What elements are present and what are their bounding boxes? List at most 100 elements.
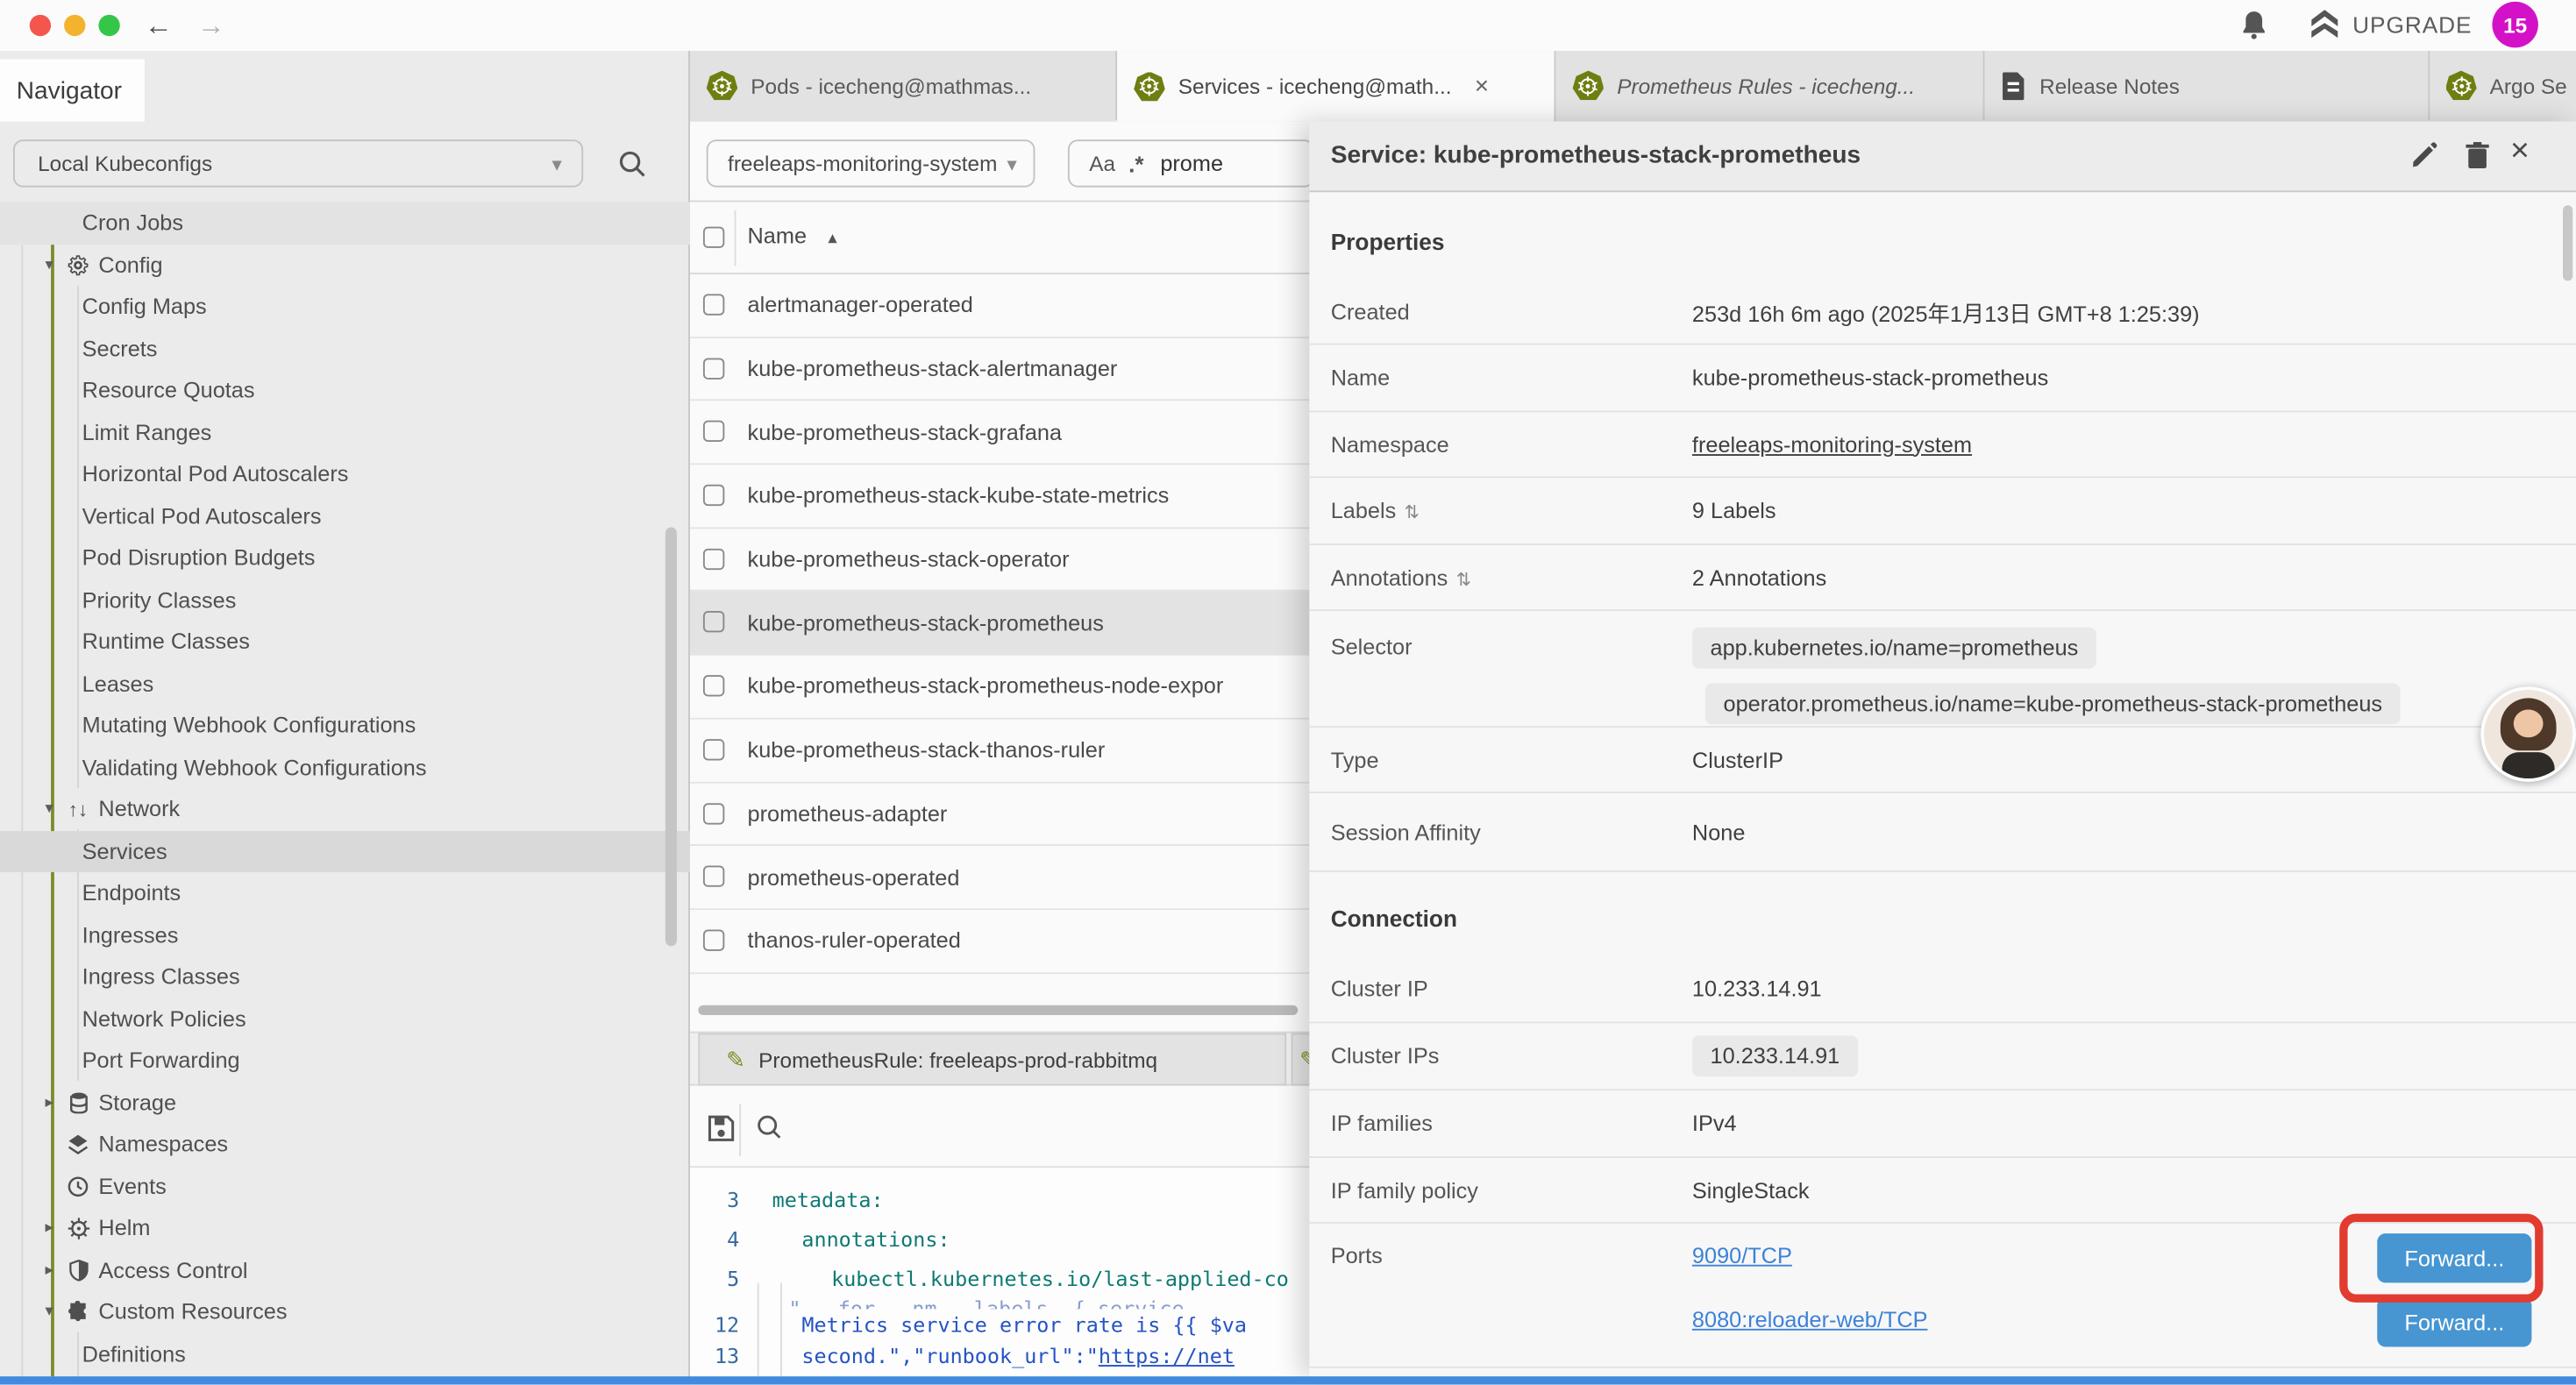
row-checkbox[interactable]: [703, 866, 724, 887]
row-checkbox[interactable]: [703, 294, 724, 315]
yaml-editor[interactable]: 3metadata: 4annotations: 5kubectl.kubern…: [690, 1168, 1311, 1376]
sidebar-item-namespaces[interactable]: Namespaces: [0, 1124, 690, 1166]
tab-release-notes[interactable]: Release Notes: [1985, 51, 2429, 120]
row-checkbox[interactable]: [703, 485, 724, 506]
table-row[interactable]: thanos-ruler-operated: [690, 910, 1311, 973]
table-row[interactable]: alertmanager-operated: [690, 274, 1311, 337]
chevron-down-icon: ▾: [39, 800, 59, 819]
minimize-window-button[interactable]: [64, 15, 85, 36]
tab-pods[interactable]: Pods - icecheng@mathmas...: [690, 51, 1117, 120]
table-row[interactable]: prometheus-operated: [690, 846, 1311, 909]
sidebar-item-horizontal-pod-autoscalers[interactable]: Horizontal Pod Autoscalers: [0, 453, 690, 495]
trash-icon[interactable]: [2465, 141, 2491, 169]
row-checkbox[interactable]: [703, 358, 724, 379]
detail-row-labels: Labels⇅ 9 Labels: [1309, 478, 2576, 545]
editor-search-icon[interactable]: [756, 1113, 784, 1141]
sidebar-item-ingresses[interactable]: Ingresses: [0, 914, 690, 956]
upgrade-label: UPGRADE: [2352, 11, 2472, 38]
row-checkbox[interactable]: [703, 421, 724, 442]
notifications-bell-icon[interactable]: [2239, 10, 2269, 41]
sort-icon[interactable]: ⇅: [1405, 501, 1420, 522]
sidebar-item-mutating-webhook-configurations[interactable]: Mutating Webhook Configurations: [0, 705, 690, 747]
regex-toggle[interactable]: .*: [1128, 150, 1144, 176]
back-arrow-icon[interactable]: ←: [145, 5, 173, 46]
window-bottom-accent-bar: [0, 1376, 2576, 1384]
row-checkbox[interactable]: [703, 802, 724, 823]
editor-tab-prometheusrule[interactable]: ✎ PrometheusRule: freeleaps-prod-rabbitm…: [698, 1033, 1286, 1086]
row-checkbox[interactable]: [703, 675, 724, 696]
sidebar-item-config[interactable]: ▾ Config: [0, 244, 690, 286]
sidebar-item-services[interactable]: Services: [0, 830, 690, 872]
sidebar-item-endpoints[interactable]: Endpoints: [0, 872, 690, 914]
save-icon[interactable]: [707, 1113, 737, 1143]
sidebar-item-ingress-classes[interactable]: Ingress Classes: [0, 956, 690, 998]
select-all-checkbox[interactable]: [703, 227, 724, 248]
row-checkbox[interactable]: [703, 739, 724, 760]
close-icon[interactable]: ×: [2510, 133, 2530, 171]
port-link-9090[interactable]: 9090/TCP: [1692, 1243, 1792, 1268]
port-link-8080[interactable]: 8080:reloader-web/TCP: [1692, 1307, 1928, 1332]
code-text: metadata:: [772, 1186, 884, 1216]
sidebar-item-priority-classes[interactable]: Priority Classes: [0, 579, 690, 621]
sidebar-item-validating-webhook-configurations[interactable]: Validating Webhook Configurations: [0, 747, 690, 789]
kubeconfig-selector[interactable]: Local Kubeconfigs ▾: [13, 139, 583, 187]
tab-close-icon[interactable]: ×: [1475, 72, 1489, 100]
table-row[interactable]: prometheus-adapter: [690, 783, 1311, 846]
sidebar-item-vertical-pod-autoscalers[interactable]: Vertical Pod Autoscalers: [0, 495, 690, 537]
column-header-name[interactable]: Name: [748, 224, 807, 248]
tab-argo[interactable]: Argo Se: [2429, 51, 2576, 120]
detail-row-created: Created 253d 16h 6m ago (2025年1月13日 GMT+…: [1309, 280, 2576, 345]
sidebar-scrollbar[interactable]: [665, 527, 677, 946]
table-row[interactable]: kube-prometheus-stack-alertmanager: [690, 337, 1311, 401]
table-row[interactable]: kube-prometheus-stack-operator: [690, 529, 1311, 592]
row-checkbox[interactable]: [703, 929, 724, 950]
sidebar-item-custom-resources[interactable]: ▾ Custom Resources: [0, 1291, 690, 1333]
edit-pencil-icon[interactable]: [2410, 141, 2438, 169]
notification-count-badge[interactable]: 15: [2492, 2, 2537, 47]
sidebar-item-pod-disruption-budgets[interactable]: Pod Disruption Budgets: [0, 537, 690, 579]
sidebar-item-access-control[interactable]: ▾ Access Control: [0, 1249, 690, 1291]
sidebar-item-helm[interactable]: ▾ Helm: [0, 1207, 690, 1249]
sidebar-item-secrets[interactable]: Secrets: [0, 328, 690, 370]
sort-ascending-icon[interactable]: ▴: [828, 227, 836, 248]
forward-arrow-icon[interactable]: →: [197, 5, 225, 46]
zoom-window-button[interactable]: [98, 15, 119, 36]
upgrade-button[interactable]: UPGRADE: [2309, 8, 2473, 40]
editor-tab-strip: ✎ PrometheusRule: freeleaps-prod-rabbitm…: [690, 1032, 1311, 1086]
row-checkbox[interactable]: [703, 612, 724, 633]
table-row-selected[interactable]: kube-prometheus-stack-prometheus: [690, 592, 1311, 655]
line-number: 5: [690, 1265, 739, 1295]
sidebar-item-leases[interactable]: Leases: [0, 663, 690, 705]
forward-port-button-8080[interactable]: Forward...: [2377, 1297, 2531, 1346]
tab-label: Services - icecheng@math...: [1178, 74, 1452, 98]
close-window-button[interactable]: [30, 15, 51, 36]
sidebar-item-events[interactable]: Events: [0, 1165, 690, 1207]
sidebar-item-network-policies[interactable]: Network Policies: [0, 998, 690, 1040]
avatar[interactable]: [2480, 686, 2576, 782]
table-row[interactable]: kube-prometheus-stack-grafana: [690, 401, 1311, 465]
table-row[interactable]: kube-prometheus-stack-thanos-ruler: [690, 719, 1311, 782]
namespace-link[interactable]: freeleaps-monitoring-system: [1692, 432, 1972, 457]
tab-prometheus-rules[interactable]: Prometheus Rules - icecheng...: [1556, 51, 1985, 120]
table-row[interactable]: kube-prometheus-stack-prometheus-node-ex…: [690, 656, 1311, 719]
sidebar-item-definitions[interactable]: Definitions: [0, 1333, 690, 1375]
row-checkbox[interactable]: [703, 548, 724, 569]
sidebar-item-resource-quotas[interactable]: Resource Quotas: [0, 370, 690, 412]
sidebar-item-network[interactable]: ▾ ↑↓ Network: [0, 788, 690, 830]
sidebar-item-limit-ranges[interactable]: Limit Ranges: [0, 411, 690, 453]
sidebar-item-cron-jobs[interactable]: Cron Jobs: [0, 202, 690, 244]
sort-icon[interactable]: ⇅: [1456, 568, 1471, 589]
horizontal-scrollbar[interactable]: [698, 1005, 1298, 1015]
tab-services-active[interactable]: Services - icecheng@math... ×: [1117, 51, 1555, 122]
sidebar-item-port-forwarding[interactable]: Port Forwarding: [0, 1040, 690, 1082]
match-case-toggle[interactable]: Aa: [1089, 151, 1115, 175]
table-row[interactable]: kube-prometheus-stack-kube-state-metrics: [690, 465, 1311, 528]
tab-navigator[interactable]: Navigator: [0, 59, 145, 121]
editor-tab-partial[interactable]: ✎: [1292, 1033, 1311, 1086]
resource-search-input[interactable]: Aa .* prome: [1068, 139, 1314, 187]
sidebar-item-config-maps[interactable]: Config Maps: [0, 286, 690, 328]
sidebar-item-runtime-classes[interactable]: Runtime Classes: [0, 621, 690, 663]
sidebar-item-storage[interactable]: ▾ Storage: [0, 1082, 690, 1124]
namespace-selector[interactable]: freeleaps-monitoring-system ▾: [707, 139, 1035, 187]
navigator-search-icon[interactable]: [618, 150, 648, 180]
